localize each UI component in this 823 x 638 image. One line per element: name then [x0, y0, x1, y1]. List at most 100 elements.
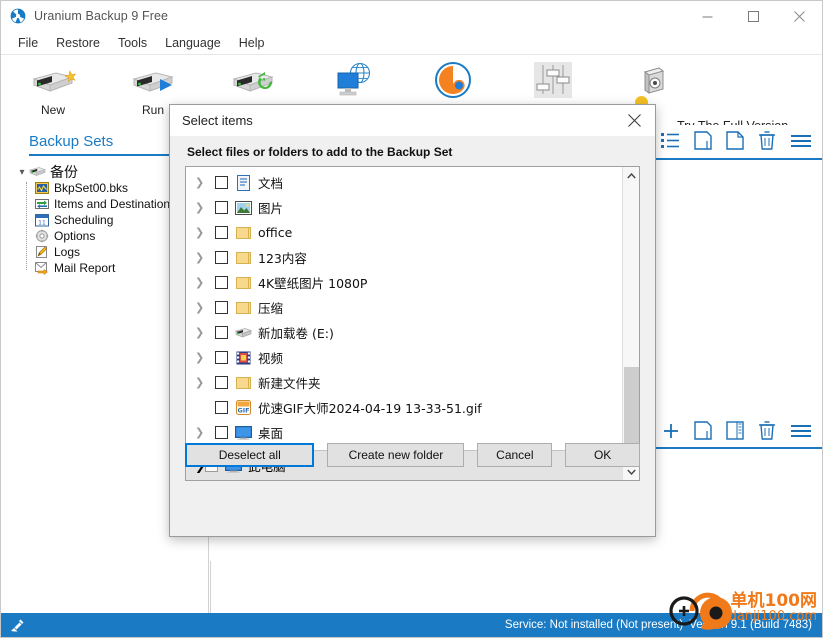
- chevron-right-icon[interactable]: ❯: [195, 201, 215, 214]
- chevron-right-icon[interactable]: ❯: [195, 376, 215, 389]
- maximize-button[interactable]: [730, 1, 776, 31]
- tree-row-gif-file[interactable]: ❯ GIF 优速GIF大师2024-04-19 13-33-51.gif: [186, 395, 639, 420]
- row-checkbox[interactable]: [215, 351, 228, 364]
- uranium-radiation-icon: [10, 8, 26, 24]
- chevron-right-icon[interactable]: ❯: [195, 276, 215, 289]
- tree-row-videos[interactable]: ❯ 视频: [186, 345, 639, 370]
- cancel-button[interactable]: Cancel: [477, 443, 553, 467]
- svg-text:GIF: GIF: [238, 406, 250, 414]
- row-checkbox[interactable]: [215, 201, 228, 214]
- tree-indent-spacer: ❯: [195, 401, 215, 414]
- chevron-right-icon[interactable]: ❯: [195, 176, 215, 189]
- menu-bar: File Restore Tools Language Help: [1, 31, 822, 54]
- toolbar-new-button[interactable]: New: [11, 58, 95, 124]
- chevron-right-icon[interactable]: ❯: [195, 251, 215, 264]
- row-checkbox[interactable]: [215, 251, 228, 264]
- gif-file-icon: GIF: [234, 400, 253, 416]
- sidebar-item-label: Mail Report: [54, 261, 116, 275]
- chevron-right-icon[interactable]: ❯: [195, 326, 215, 339]
- delete-trash-icon[interactable]: [758, 131, 776, 153]
- row-label: 新加载卷 (E:): [258, 326, 334, 341]
- tree-row-desktop[interactable]: ❯ 桌面: [186, 420, 639, 445]
- menu-file[interactable]: File: [9, 34, 47, 52]
- row-checkbox[interactable]: [215, 401, 228, 414]
- status-bar: Service: Not installed (Not present) Ver…: [1, 613, 822, 637]
- chevron-right-icon[interactable]: ❯: [195, 301, 215, 314]
- folder-icon: [234, 225, 253, 241]
- sliders-settings-icon: [532, 58, 574, 102]
- list-view-icon[interactable]: [661, 132, 680, 153]
- row-checkbox[interactable]: [215, 326, 228, 339]
- chevron-right-icon[interactable]: ❯: [195, 226, 215, 239]
- row-checkbox[interactable]: [215, 426, 228, 439]
- folder-icon[interactable]: [694, 421, 712, 443]
- dialog-title-bar: Select items: [170, 105, 655, 137]
- drive-run-icon: [126, 58, 180, 102]
- items-toolbar-top: [661, 131, 812, 153]
- mail-report-icon: [33, 261, 50, 275]
- window-controls: [684, 1, 822, 31]
- destinations-toolbar: [662, 421, 812, 443]
- menu-help[interactable]: Help: [230, 34, 274, 52]
- calendar-icon: 11: [33, 213, 50, 227]
- menu-language[interactable]: Language: [156, 34, 230, 52]
- tree-row-new-folder[interactable]: ❯ 新建文件夹: [186, 370, 639, 395]
- tree-scrollbar[interactable]: [622, 167, 639, 480]
- delete-trash-icon[interactable]: [758, 421, 776, 443]
- row-label: 123内容: [258, 251, 307, 266]
- drive-restore-icon: [226, 58, 280, 102]
- menu-lines-icon[interactable]: [790, 423, 812, 442]
- minimize-button[interactable]: [684, 1, 730, 31]
- row-checkbox[interactable]: [215, 376, 228, 389]
- desktop-icon: [234, 425, 253, 441]
- tree-row-4k-wallpapers[interactable]: ❯ 4K壁纸图片 1080P: [186, 270, 639, 295]
- status-service-text: Service: Not installed (Not present): [504, 619, 684, 631]
- row-checkbox[interactable]: [215, 301, 228, 314]
- row-label: 优速GIF大师2024-04-19 13-33-51.gif: [258, 401, 482, 416]
- svg-text:11: 11: [38, 220, 46, 227]
- sidebar-item-label: Logs: [54, 245, 81, 259]
- gear-icon: [33, 229, 50, 243]
- tree-row-compressed[interactable]: ❯ 压缩: [186, 295, 639, 320]
- close-button[interactable]: [776, 1, 822, 31]
- videos-icon: [234, 350, 253, 366]
- dialog-close-button[interactable]: [613, 105, 655, 137]
- folder-icon: [234, 300, 253, 316]
- dialog-button-row: Deselect all Create new folder Cancel OK: [185, 443, 641, 467]
- row-checkbox[interactable]: [215, 226, 228, 239]
- create-new-folder-button[interactable]: Create new folder: [327, 443, 465, 467]
- tree-row-office[interactable]: ❯ office: [186, 220, 639, 245]
- sidebar-item-label: Options: [54, 229, 96, 243]
- chevron-right-icon[interactable]: ❯: [195, 351, 215, 364]
- tape-drive-icon[interactable]: [726, 421, 744, 443]
- window-title: Uranium Backup 9 Free: [34, 9, 169, 23]
- items-tree-view: ❯ 文档 ❯ 图片 ❯ office ❯ 123内容 ❯ 4K壁纸图片 1080…: [185, 166, 640, 481]
- plus-icon[interactable]: [662, 422, 680, 443]
- folder-add-icon[interactable]: [694, 131, 712, 153]
- sidebar-item-label: Scheduling: [54, 213, 114, 227]
- ok-button[interactable]: OK: [565, 443, 641, 467]
- scroll-up-button[interactable]: [623, 167, 639, 184]
- toolbar-run-label: Run: [141, 103, 164, 117]
- tree-row-123content[interactable]: ❯ 123内容: [186, 245, 639, 270]
- file-add-icon[interactable]: [726, 131, 744, 153]
- menu-restore[interactable]: Restore: [47, 34, 109, 52]
- row-checkbox[interactable]: [215, 176, 228, 189]
- chevron-down-icon[interactable]: ▾: [15, 167, 29, 178]
- sidebar-item-label: BkpSet00.bks: [54, 181, 129, 195]
- folder-icon: [234, 275, 253, 291]
- row-label: 视频: [258, 351, 284, 366]
- chevron-right-icon[interactable]: ❯: [195, 426, 215, 439]
- menu-tools[interactable]: Tools: [109, 34, 156, 52]
- application-window: Uranium Backup 9 Free File Restore Tools…: [0, 0, 823, 638]
- network-computer-icon: [331, 58, 375, 102]
- folder-icon: [234, 375, 253, 391]
- items-destinations-icon: [33, 197, 50, 211]
- tree-row-pictures[interactable]: ❯ 图片: [186, 195, 639, 220]
- tree-row-volume-e[interactable]: ❯ 新加载卷 (E:): [186, 320, 639, 345]
- drive-icon: [234, 325, 253, 341]
- deselect-all-button[interactable]: Deselect all: [185, 443, 315, 467]
- tree-row-documents[interactable]: ❯ 文档: [186, 170, 639, 195]
- row-checkbox[interactable]: [215, 276, 228, 289]
- menu-lines-icon[interactable]: [790, 133, 812, 152]
